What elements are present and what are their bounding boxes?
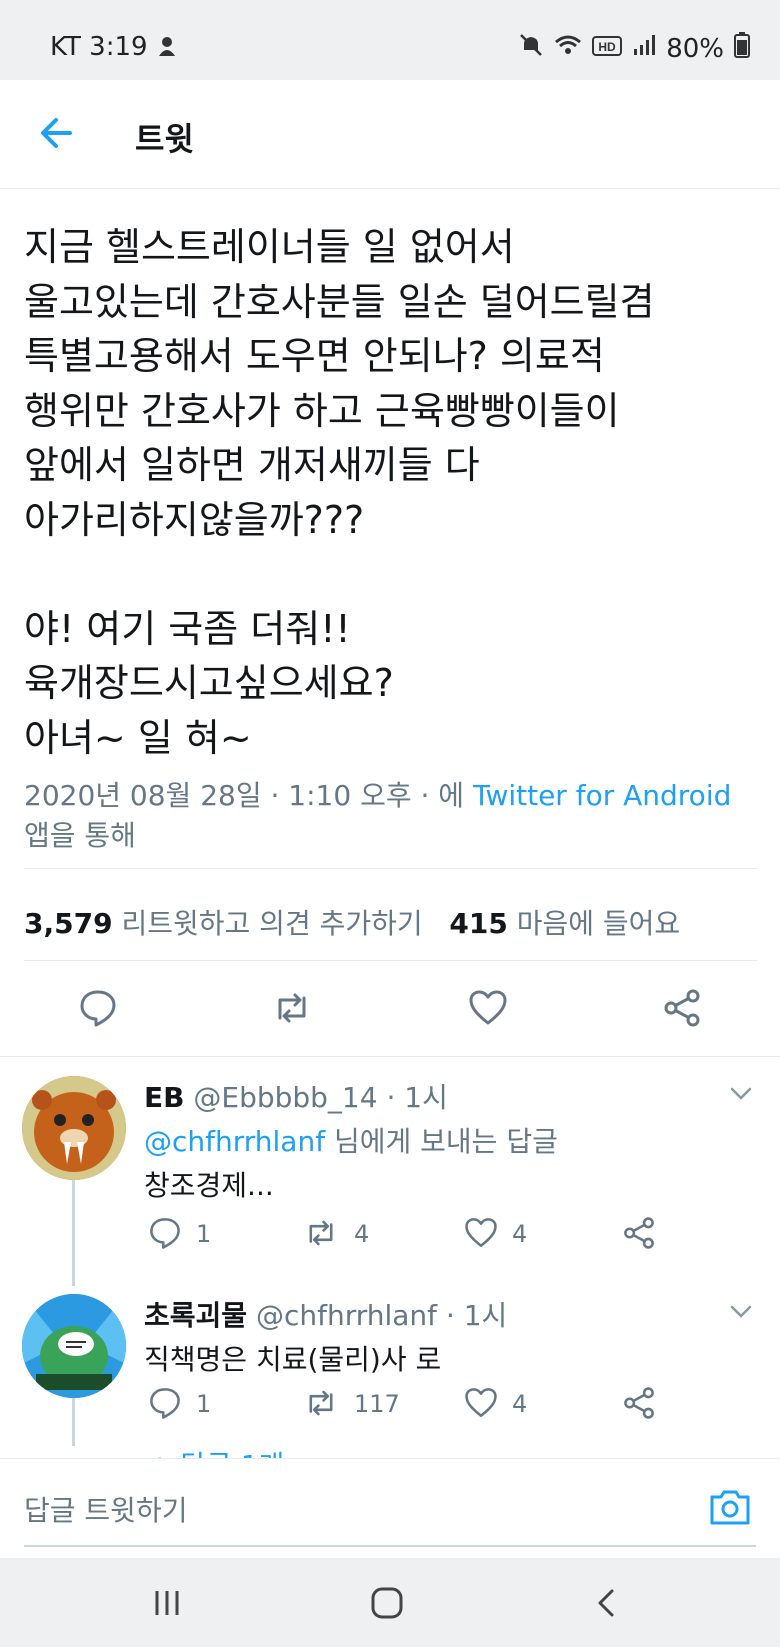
retweet-icon[interactable] <box>304 1216 338 1250</box>
reply-author-name: EB <box>144 1081 185 1114</box>
tweet-meta: 2020년 08월 28일 · 1:10 오후 · 에 Twitter for … <box>24 776 744 856</box>
signal-icon <box>632 33 656 64</box>
tweet-text: 지금 헬스트레이너들 일 없어서 울고있는데 간호사분들 일손 덜어드릴겸 특별… <box>24 225 655 760</box>
reply-to-suffix: 님에게 보내는 답글 <box>325 1125 558 1158</box>
home-icon[interactable] <box>370 1586 404 1624</box>
more-replies-link[interactable]: + 답글 1개 <box>148 1444 284 1458</box>
reply-tweet[interactable]: EB @Ebbbbb_14 · 1시 @chfhrrhlanf 님에게 보내는 … <box>0 1056 780 1286</box>
retweets-label: 리트윗하고 의견 추가하기 <box>121 907 423 940</box>
like-heart-icon[interactable] <box>464 1216 498 1250</box>
tweet-stats[interactable]: 3,579 리트윗하고 의견 추가하기 415 마음에 들어요 <box>24 902 680 942</box>
reply-actions: 1 117 4 <box>148 1386 668 1426</box>
recent-apps-icon[interactable] <box>152 1588 182 1622</box>
reply-composer[interactable]: 답글 트윗하기 <box>0 1458 780 1559</box>
avatar[interactable] <box>22 1294 126 1398</box>
avatar[interactable] <box>22 1076 126 1180</box>
carrier-time: KT 3:19 <box>50 32 148 62</box>
status-bar: KT 3:19 HD 80% <box>0 0 780 80</box>
share-icon[interactable] <box>662 988 702 1028</box>
reply-author-name: 초록괴물 <box>144 1299 248 1332</box>
likes-label: 마음에 들어요 <box>516 907 681 940</box>
reply-icon[interactable] <box>148 1386 182 1420</box>
svg-text:HD: HD <box>599 40 617 54</box>
chevron-down-icon[interactable] <box>726 1296 756 1326</box>
mute-icon <box>518 32 544 65</box>
like-count: 4 <box>512 1390 528 1418</box>
notification-icon <box>156 34 178 62</box>
tweet-date: 2020년 08월 28일 · 1:10 오후 · 에 <box>24 779 473 812</box>
back-arrow-icon[interactable] <box>34 110 80 156</box>
system-nav-bar <box>0 1558 780 1647</box>
reply-tweet[interactable]: 초록괴물 @chfhrrhlanf · 1시 직책명은 치료(물리)사 로 1 … <box>0 1286 780 1446</box>
battery-icon <box>734 32 750 65</box>
reply-to-link[interactable]: @chfhrrhlanf <box>144 1125 325 1158</box>
reply-handle-time: @Ebbbbb_14 · 1시 <box>193 1081 448 1114</box>
wifi-icon <box>554 33 582 64</box>
reply-to-line: @chfhrrhlanf 님에게 보내는 답글 <box>144 1120 558 1160</box>
reply-author[interactable]: 초록괴물 @chfhrrhlanf · 1시 <box>144 1294 507 1334</box>
share-icon[interactable] <box>622 1216 656 1250</box>
chevron-down-icon[interactable] <box>726 1078 756 1108</box>
reply-actions: 1 4 4 <box>148 1216 668 1256</box>
hd-icon: HD <box>592 34 623 64</box>
thread-line <box>72 1398 75 1446</box>
battery-label: 80% <box>666 33 724 64</box>
retweet-icon[interactable] <box>304 1386 338 1420</box>
likes-count: 415 <box>449 907 508 940</box>
thread-line <box>72 1180 75 1286</box>
input-underline <box>24 1545 756 1547</box>
reply-count: 1 <box>196 1390 212 1418</box>
page-title: 트윗 <box>135 120 194 158</box>
reply-input-placeholder[interactable]: 답글 트윗하기 <box>24 1489 187 1529</box>
retweet-icon[interactable] <box>272 988 312 1028</box>
tweet-source-link[interactable]: Twitter for Android <box>473 779 731 812</box>
tweet-source-suffix: 앱을 통해 <box>24 819 136 852</box>
like-heart-icon[interactable] <box>464 1386 498 1420</box>
retweets-count: 3,579 <box>24 907 113 940</box>
like-count: 4 <box>512 1220 528 1248</box>
share-icon[interactable] <box>622 1386 656 1420</box>
reply-author[interactable]: EB @Ebbbbb_14 · 1시 <box>144 1076 448 1116</box>
retweet-count: 4 <box>354 1220 370 1248</box>
reply-text: 직책명은 치료(물리)사 로 <box>144 1343 442 1376</box>
reply-count: 1 <box>196 1220 212 1248</box>
divider <box>24 868 758 869</box>
like-heart-icon[interactable] <box>468 988 508 1028</box>
retweet-count: 117 <box>354 1390 400 1418</box>
back-icon[interactable] <box>594 1588 618 1622</box>
reply-icon[interactable] <box>148 1216 182 1250</box>
app-header: 트윗 <box>0 80 780 189</box>
camera-icon[interactable] <box>708 1487 752 1527</box>
tweet-actions <box>0 960 780 1057</box>
reply-icon[interactable] <box>78 988 118 1028</box>
status-icons: HD 80% <box>518 32 750 65</box>
reply-handle-time: @chfhrrhlanf · 1시 <box>255 1299 508 1332</box>
reply-text: 창조경제... <box>144 1169 274 1202</box>
